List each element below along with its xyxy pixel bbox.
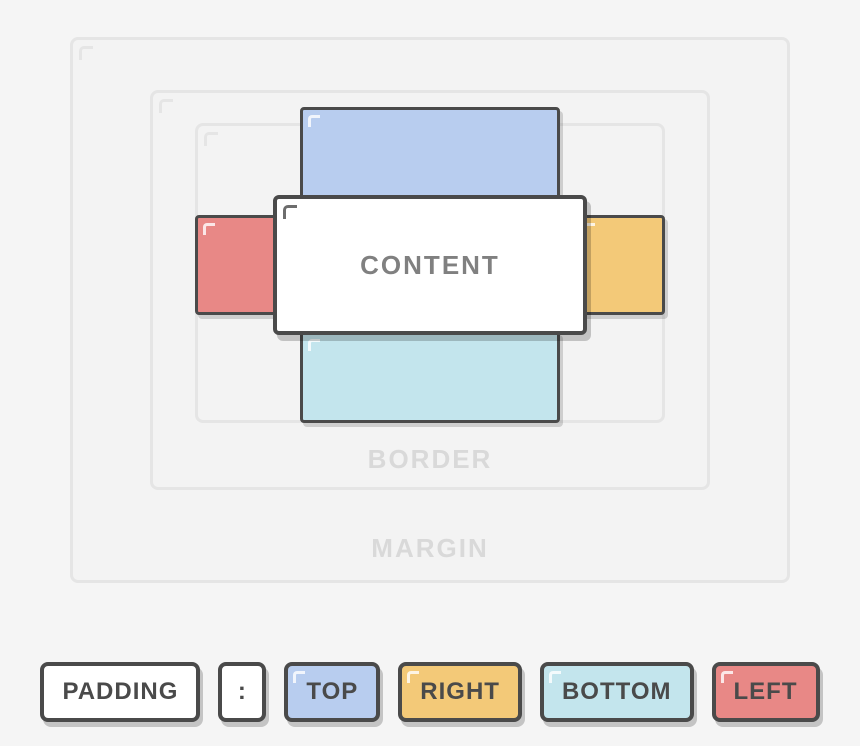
box-corner-icon bbox=[407, 671, 419, 683]
box-corner-icon bbox=[308, 339, 320, 351]
box-corner-icon bbox=[721, 671, 733, 683]
padding-visual: CONTENT bbox=[195, 123, 665, 423]
box-corner-icon bbox=[49, 671, 61, 683]
margin-box: MARGIN BORDER CONTENT bbox=[70, 37, 790, 583]
box-model-diagram: MARGIN BORDER CONTENT bbox=[0, 0, 860, 620]
padding-right bbox=[575, 215, 665, 315]
token-top: TOP bbox=[284, 662, 380, 722]
box-corner-icon bbox=[159, 99, 173, 113]
token-top-text: TOP bbox=[306, 678, 358, 706]
content-box: CONTENT bbox=[273, 195, 587, 335]
box-corner-icon bbox=[293, 671, 305, 683]
token-left-text: LEFT bbox=[734, 678, 798, 706]
token-property: PADDING bbox=[40, 662, 200, 722]
shorthand-tokens: PADDING : TOP RIGHT BOTTOM LEFT bbox=[0, 662, 860, 722]
token-separator-text: : bbox=[238, 678, 247, 706]
box-corner-icon bbox=[79, 46, 93, 60]
token-right-text: RIGHT bbox=[420, 678, 500, 706]
box-corner-icon bbox=[203, 223, 215, 235]
token-bottom-text: BOTTOM bbox=[562, 678, 672, 706]
token-left: LEFT bbox=[712, 662, 820, 722]
token-right: RIGHT bbox=[398, 662, 522, 722]
content-label: CONTENT bbox=[360, 250, 500, 281]
token-property-text: PADDING bbox=[62, 678, 178, 706]
box-corner-icon bbox=[549, 671, 561, 683]
padding-bottom bbox=[300, 331, 560, 423]
box-corner-icon bbox=[283, 205, 297, 219]
padding-left bbox=[195, 215, 285, 315]
border-box: BORDER CONTENT bbox=[150, 90, 710, 490]
border-label: BORDER bbox=[368, 444, 493, 475]
padding-top bbox=[300, 107, 560, 199]
token-bottom: BOTTOM bbox=[540, 662, 694, 722]
padding-box: CONTENT bbox=[195, 123, 665, 423]
margin-label: MARGIN bbox=[371, 533, 488, 564]
token-separator: : bbox=[218, 662, 266, 722]
box-corner-icon bbox=[308, 115, 320, 127]
